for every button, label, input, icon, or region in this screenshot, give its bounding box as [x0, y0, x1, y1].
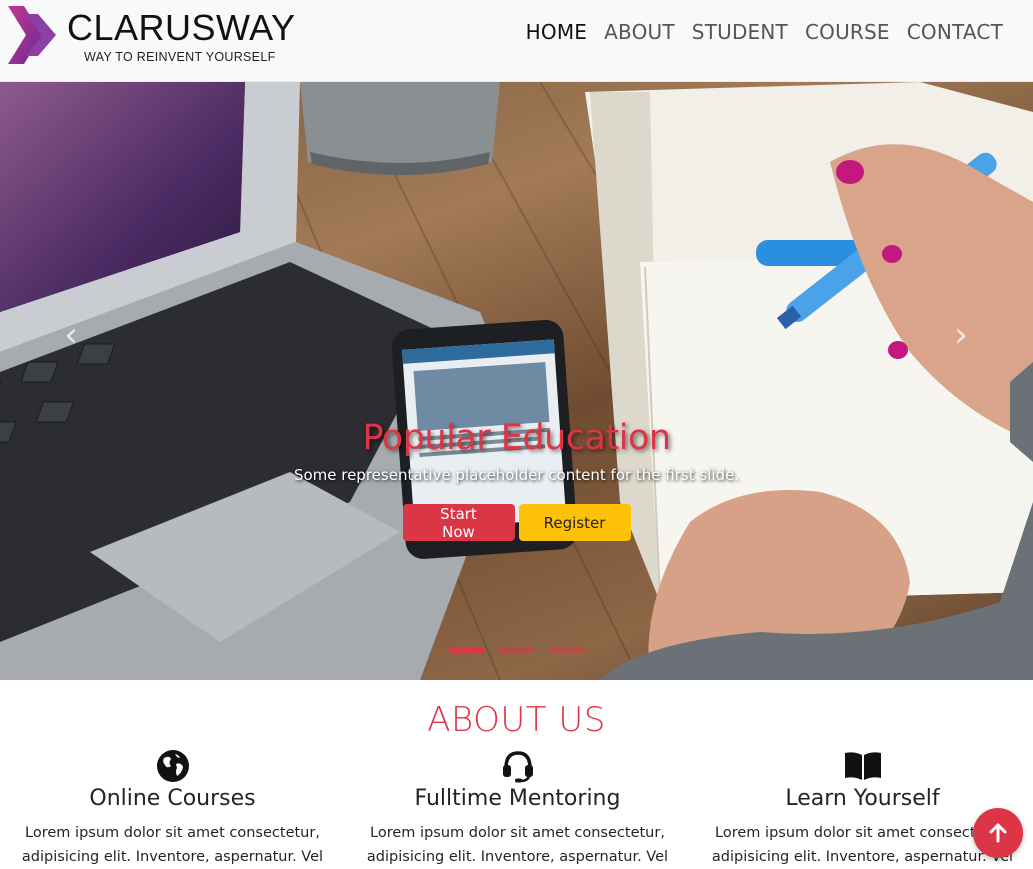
carousel-buttons: Start Now Register: [0, 504, 1033, 541]
carousel-title: Popular Education: [362, 418, 671, 458]
carousel-indicators: [0, 648, 1033, 653]
feature-text: Lorem ipsum dolor sit amet consectetur, …: [21, 825, 324, 865]
feature-title: Learn Yourself: [785, 786, 940, 811]
nav-home[interactable]: HOME: [526, 20, 587, 44]
carousel-indicator[interactable]: [499, 648, 534, 653]
scroll-to-top-button[interactable]: [973, 808, 1023, 858]
carousel-prev-icon[interactable]: ‹: [56, 318, 86, 352]
carousel-indicator[interactable]: [549, 648, 584, 653]
logo-icon[interactable]: [6, 4, 58, 66]
book-icon: [690, 748, 1033, 784]
carousel-text: Some representative placeholder content …: [293, 466, 740, 484]
about-title: ABOUT US: [427, 700, 606, 740]
carousel-next-icon[interactable]: ›: [946, 318, 976, 352]
headset-icon: [345, 748, 690, 784]
globe-icon: [0, 748, 345, 784]
feature-title: Online Courses: [89, 786, 256, 811]
carousel-caption: Popular Education Some representative pl…: [0, 418, 1033, 541]
nav-about[interactable]: ABOUT: [604, 20, 675, 44]
hero-background-image: [0, 82, 1033, 680]
main-nav: HOME ABOUT STUDENT COURSE CONTACT: [526, 20, 1003, 44]
arrow-up-icon: [989, 823, 1007, 843]
navbar: CLARUSWAY WAY TO REINVENT YOURSELF HOME …: [0, 0, 1033, 82]
feature-text: Lorem ipsum dolor sit amet consectetur, …: [366, 825, 669, 865]
nav-student[interactable]: STUDENT: [692, 20, 788, 44]
brand-tagline: WAY TO REINVENT YOURSELF: [84, 50, 276, 64]
carousel-indicator[interactable]: [449, 648, 484, 653]
nav-contact[interactable]: CONTACT: [907, 20, 1003, 44]
brand-name[interactable]: CLARUSWAY: [67, 8, 296, 48]
nav-course[interactable]: COURSE: [805, 20, 890, 44]
register-button[interactable]: Register: [518, 504, 631, 541]
feature-online-courses: Online Courses Lorem ipsum dolor sit ame…: [0, 748, 345, 869]
feature-title: Fulltime Mentoring: [414, 786, 621, 811]
hero-carousel: ‹ › Popular Education Some representativ…: [0, 82, 1033, 680]
feature-fulltime-mentoring: Fulltime Mentoring Lorem ipsum dolor sit…: [345, 748, 690, 869]
start-now-button[interactable]: Start Now: [402, 504, 515, 541]
